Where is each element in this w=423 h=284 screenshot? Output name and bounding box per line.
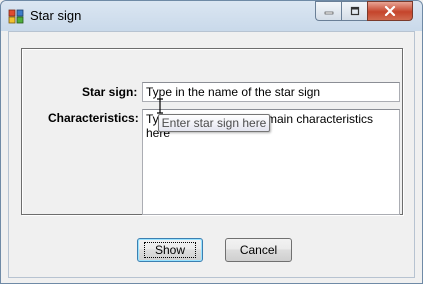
star-sign-tooltip: Enter star sign here	[158, 114, 270, 132]
dialog-window: Star sign Star sign: Type in the name of…	[0, 0, 423, 284]
star-sign-input[interactable]: Type in the name of the star sign	[142, 82, 400, 102]
minimize-button[interactable]	[315, 1, 341, 21]
maximize-icon	[350, 6, 359, 16]
window-title: Star sign	[30, 8, 82, 23]
close-icon	[384, 6, 396, 16]
title-bar[interactable]: Star sign	[1, 1, 422, 31]
close-button[interactable]	[367, 1, 413, 21]
text-cursor-icon	[157, 98, 163, 114]
client-area: Star sign: Type in the name of the star …	[8, 31, 415, 278]
star-sign-label: Star sign:	[82, 85, 138, 99]
cancel-button[interactable]: Cancel	[225, 238, 292, 262]
app-window-icon	[8, 9, 24, 24]
show-button[interactable]: Show	[137, 238, 203, 262]
maximize-button[interactable]	[341, 1, 367, 21]
show-button-label: Show	[143, 242, 197, 258]
characteristics-label: Characteristics:	[48, 111, 139, 125]
minimize-icon	[324, 11, 333, 15]
